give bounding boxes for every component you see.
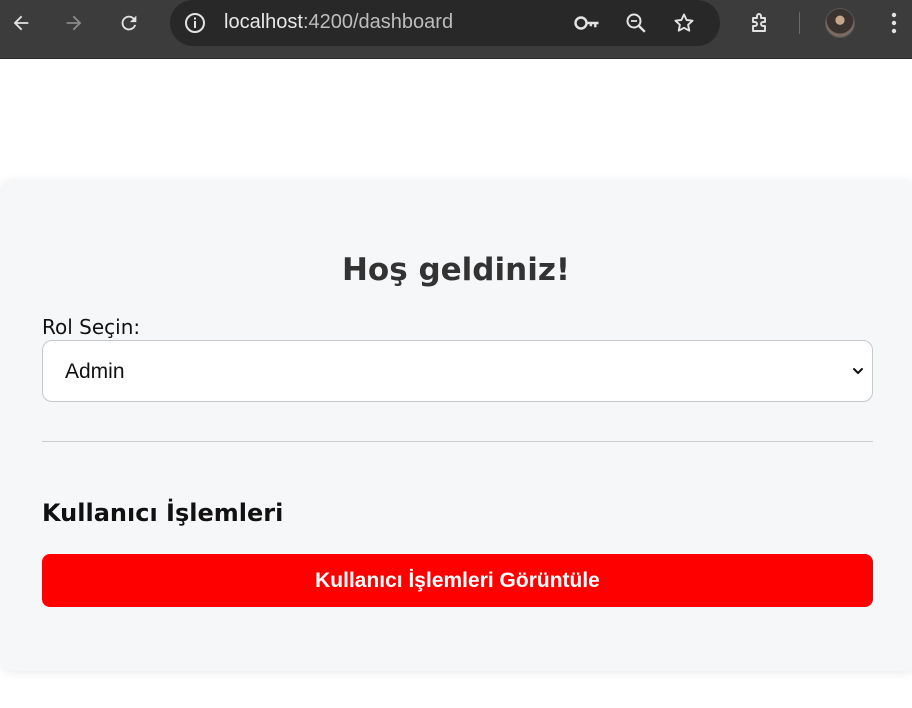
url-text[interactable]: localhost:4200/dashboard — [224, 11, 453, 34]
address-bar[interactable]: localhost:4200/dashboard — [170, 0, 720, 46]
password-key-icon[interactable] — [571, 7, 603, 39]
back-icon[interactable] — [5, 7, 37, 39]
menu-icon[interactable] — [878, 7, 910, 39]
role-select-value: Admin — [65, 360, 125, 383]
url-host: localhost — [224, 11, 303, 33]
role-select[interactable]: Admin — [42, 340, 873, 402]
url-path: :4200/dashboard — [302, 11, 454, 33]
view-user-operations-button[interactable]: Kullanıcı İşlemleri Görüntüle — [42, 554, 873, 607]
bookmark-star-icon[interactable] — [668, 7, 700, 39]
zoom-icon[interactable] — [620, 7, 652, 39]
section-title: Kullanıcı İşlemleri — [42, 499, 284, 527]
profile-avatar[interactable] — [825, 8, 855, 38]
role-select-label: Rol Seçin: — [42, 315, 141, 339]
forward-icon[interactable] — [58, 7, 90, 39]
reload-icon[interactable] — [113, 7, 145, 39]
browser-toolbar: localhost:4200/dashboard — [0, 0, 912, 59]
section-divider — [42, 441, 873, 442]
extensions-icon[interactable] — [744, 7, 776, 39]
chevron-down-icon — [850, 363, 866, 384]
page-title: Hoş geldiniz! — [341, 252, 571, 288]
site-info-icon[interactable] — [178, 6, 212, 40]
toolbar-separator — [799, 12, 800, 34]
